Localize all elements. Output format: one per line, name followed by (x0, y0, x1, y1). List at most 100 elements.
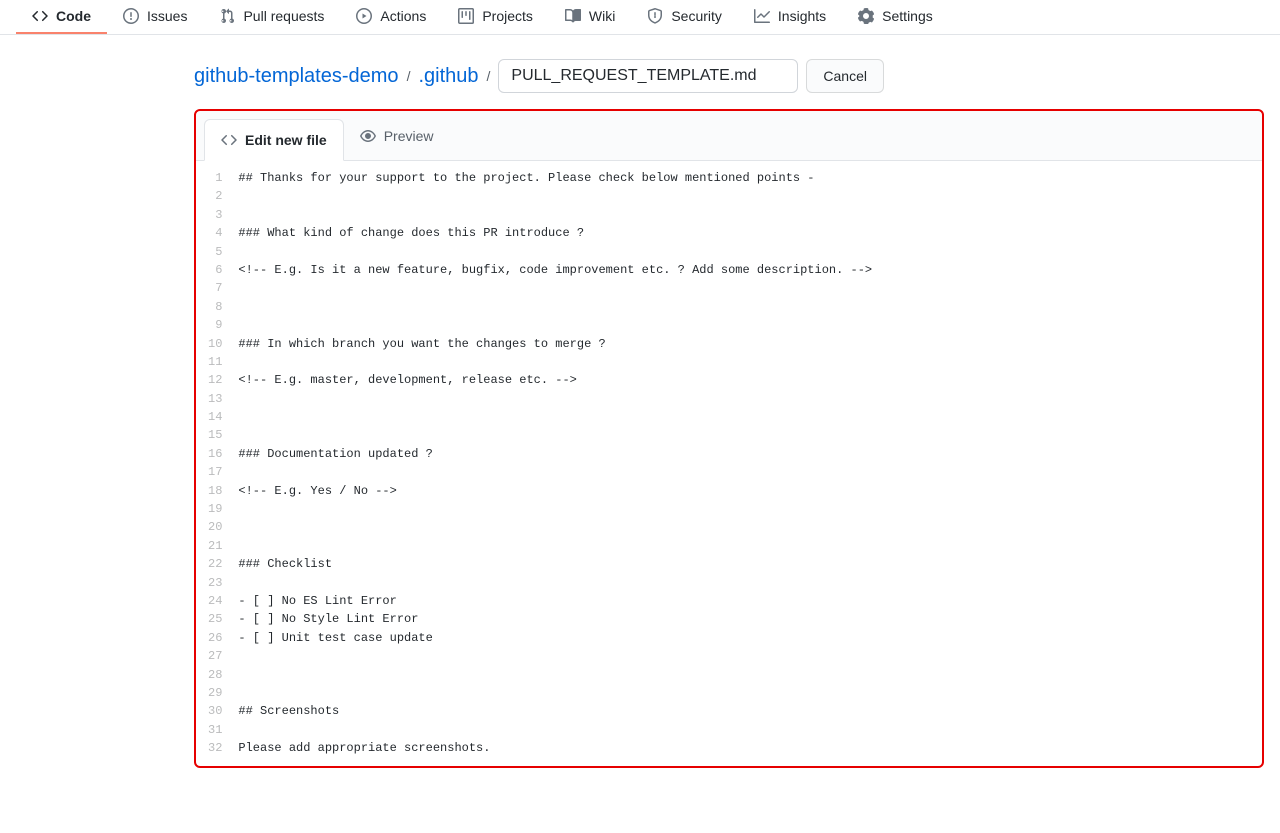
code-line[interactable]: ### In which branch you want the changes… (238, 335, 1262, 353)
graph-icon (754, 8, 770, 24)
line-number: 23 (208, 574, 222, 592)
line-number: 15 (208, 426, 222, 444)
nav-item-label: Security (671, 8, 722, 24)
repo-nav: Code Issues Pull requests Actions Projects Wi… (0, 0, 1280, 35)
code-line[interactable] (238, 187, 1262, 205)
nav-item-code[interactable]: Code (16, 0, 107, 34)
nav-item-insights[interactable]: Insights (738, 0, 842, 34)
breadcrumb-dir[interactable]: .github (418, 65, 478, 88)
tab-edit-file[interactable]: Edit new file (204, 119, 344, 161)
code-line[interactable]: ### Checklist (238, 555, 1262, 573)
code-line[interactable] (238, 500, 1262, 518)
nav-item-label: Wiki (589, 8, 615, 24)
code-icon (32, 8, 48, 24)
line-number: 6 (208, 261, 222, 279)
line-number: 16 (208, 445, 222, 463)
code-line[interactable] (238, 408, 1262, 426)
line-number: 12 (208, 371, 222, 389)
code-line[interactable]: - [ ] Unit test case update (238, 629, 1262, 647)
code-line[interactable]: ### Documentation updated ? (238, 445, 1262, 463)
nav-item-pull-requests[interactable]: Pull requests (203, 0, 340, 34)
line-number: 14 (208, 408, 222, 426)
code-line[interactable] (238, 721, 1262, 739)
line-number: 25 (208, 610, 222, 628)
line-number: 9 (208, 316, 222, 334)
nav-item-wiki[interactable]: Wiki (549, 0, 631, 34)
line-gutter: 1234567891011121314151617181920212223242… (196, 169, 238, 758)
code-lines[interactable]: ## Thanks for your support to the projec… (238, 169, 1262, 758)
line-number: 5 (208, 243, 222, 261)
nav-item-security[interactable]: Security (631, 0, 738, 34)
nav-item-label: Code (56, 8, 91, 24)
filename-input[interactable] (498, 59, 798, 93)
code-line[interactable]: ### What kind of change does this PR int… (238, 224, 1262, 242)
breadcrumb: github-templates-demo / .github / Cancel (194, 59, 1264, 93)
line-number: 8 (208, 298, 222, 316)
line-number: 20 (208, 518, 222, 536)
nav-item-label: Pull requests (243, 8, 324, 24)
line-number: 1 (208, 169, 222, 187)
nav-item-actions[interactable]: Actions (340, 0, 442, 34)
nav-item-label: Projects (482, 8, 533, 24)
code-line[interactable] (238, 684, 1262, 702)
breadcrumb-sep: / (407, 68, 411, 84)
code-line[interactable] (238, 279, 1262, 297)
code-line[interactable]: <!-- E.g. Yes / No --> (238, 482, 1262, 500)
editor-tabs: Edit new file Preview Spaces (196, 111, 1262, 161)
code-line[interactable] (238, 316, 1262, 334)
code-line[interactable]: - [ ] No Style Lint Error (238, 610, 1262, 628)
code-line[interactable]: Please add appropriate screenshots. (238, 739, 1262, 757)
code-line[interactable] (238, 666, 1262, 684)
line-number: 32 (208, 739, 222, 757)
code-line[interactable] (238, 243, 1262, 261)
shield-icon (647, 8, 663, 24)
line-number: 27 (208, 647, 222, 665)
editor-container: Edit new file Preview Spaces 12345678910… (194, 109, 1264, 768)
line-number: 2 (208, 187, 222, 205)
code-line[interactable] (238, 390, 1262, 408)
code-line[interactable]: <!-- E.g. master, development, release e… (238, 371, 1262, 389)
line-number: 11 (208, 353, 222, 371)
pr-icon (219, 8, 235, 24)
code-line[interactable]: ## Screenshots (238, 702, 1262, 720)
project-icon (458, 8, 474, 24)
code-line[interactable]: <!-- E.g. Is it a new feature, bugfix, c… (238, 261, 1262, 279)
tab-edit-label: Edit new file (245, 132, 327, 148)
nav-item-issues[interactable]: Issues (107, 0, 203, 34)
code-line[interactable] (238, 518, 1262, 536)
code-line[interactable] (238, 353, 1262, 371)
eye-icon (360, 128, 376, 144)
code-icon (221, 132, 237, 148)
line-number: 10 (208, 335, 222, 353)
line-number: 18 (208, 482, 222, 500)
code-line[interactable] (238, 647, 1262, 665)
code-line[interactable] (238, 298, 1262, 316)
book-icon (565, 8, 581, 24)
line-number: 13 (208, 390, 222, 408)
line-number: 30 (208, 702, 222, 720)
code-line[interactable] (238, 206, 1262, 224)
line-number: 17 (208, 463, 222, 481)
play-icon (356, 8, 372, 24)
code-line[interactable] (238, 537, 1262, 555)
nav-item-label: Insights (778, 8, 826, 24)
gear-icon (858, 8, 874, 24)
code-editor[interactable]: 1234567891011121314151617181920212223242… (196, 161, 1262, 766)
issue-icon (123, 8, 139, 24)
code-line[interactable] (238, 574, 1262, 592)
line-number: 19 (208, 500, 222, 518)
tab-preview[interactable]: Preview (344, 116, 450, 156)
line-number: 31 (208, 721, 222, 739)
line-number: 29 (208, 684, 222, 702)
tab-preview-label: Preview (384, 128, 434, 144)
nav-item-settings[interactable]: Settings (842, 0, 949, 34)
nav-item-projects[interactable]: Projects (442, 0, 549, 34)
code-line[interactable]: ## Thanks for your support to the projec… (238, 169, 1262, 187)
code-line[interactable] (238, 426, 1262, 444)
code-line[interactable]: - [ ] No ES Lint Error (238, 592, 1262, 610)
breadcrumb-sep: / (487, 68, 491, 84)
breadcrumb-repo[interactable]: github-templates-demo (194, 65, 399, 88)
code-line[interactable] (238, 463, 1262, 481)
cancel-button[interactable]: Cancel (806, 59, 884, 93)
line-number: 21 (208, 537, 222, 555)
